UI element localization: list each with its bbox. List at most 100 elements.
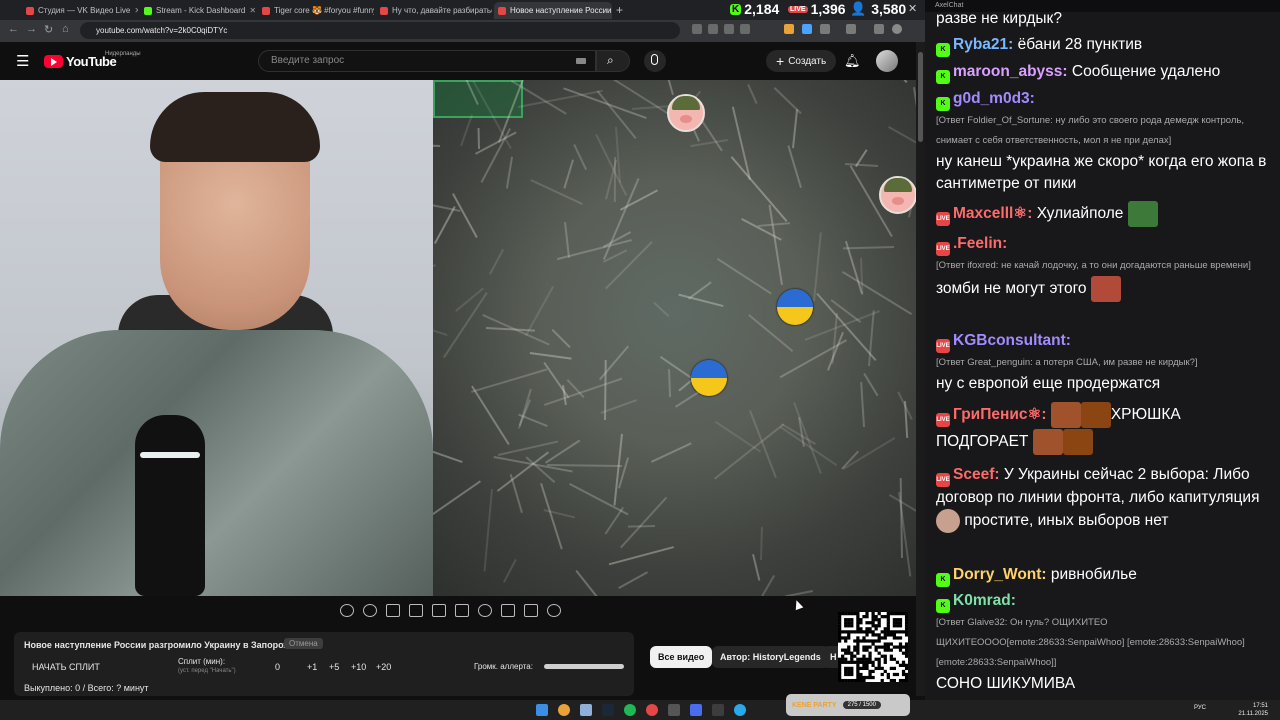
screenshot-icon[interactable] (386, 604, 400, 617)
clock[interactable]: 17:51 21.11.2025 (1238, 702, 1268, 718)
party-widget[interactable]: KENE PARTY 275 / 1500 (786, 694, 910, 716)
chrome-icon[interactable] (558, 704, 570, 716)
username[interactable]: g0d_m0d3: (953, 90, 1035, 107)
back-icon[interactable]: ← (8, 23, 19, 35)
tab-vk-studio[interactable]: Студия — VK Видео Live ✕ (22, 2, 138, 19)
increment-button[interactable]: +20 (376, 662, 391, 672)
filter-author[interactable]: Автор: HistoryLegends (712, 646, 829, 668)
extension-icon[interactable] (784, 24, 794, 34)
extension-icon[interactable] (802, 24, 812, 34)
app-icon[interactable] (646, 704, 658, 716)
tab-razbiratsya[interactable]: Ну что, давайте разбираться ✕ (376, 2, 492, 19)
twig (605, 241, 654, 290)
tab-kick-dashboard[interactable]: Stream - Kick Dashboard ✕ (140, 2, 256, 19)
username[interactable]: Maxcelll⚛: (953, 205, 1032, 222)
filter-all-videos[interactable]: Все видео (650, 646, 713, 668)
reload-icon[interactable]: ↻ (44, 23, 53, 36)
app-icon[interactable] (712, 704, 724, 716)
start-menu-icon[interactable] (536, 704, 548, 716)
keyboard-icon[interactable] (576, 58, 586, 64)
qr-module (862, 675, 866, 680)
qr-module (877, 645, 881, 649)
qr-module (874, 618, 878, 622)
qr-module (871, 612, 875, 616)
username[interactable]: Sceef: (953, 466, 1000, 483)
broadcast-icon[interactable] (363, 604, 377, 617)
create-button[interactable]: + Создать (766, 50, 837, 72)
settings-gear-icon[interactable] (547, 604, 561, 617)
face-emote-icon (936, 509, 960, 533)
forward-icon[interactable]: → (26, 23, 37, 35)
qr-module (865, 633, 869, 637)
translate-icon[interactable] (692, 24, 702, 34)
qr-module (889, 678, 893, 683)
search-button[interactable]: ⌕ (596, 50, 630, 72)
alert-volume-slider[interactable] (544, 664, 624, 669)
voice-search-button[interactable] (644, 50, 666, 72)
add-icon[interactable] (501, 604, 515, 617)
steam-icon[interactable] (602, 704, 614, 716)
speed-icon[interactable] (478, 604, 492, 617)
telegram-icon[interactable] (734, 704, 746, 716)
scrollbar-thumb[interactable] (918, 52, 923, 142)
video-player[interactable] (0, 80, 916, 596)
camera-icon[interactable] (524, 604, 538, 617)
window-close-icon[interactable]: ✕ (908, 2, 917, 15)
party-label: KENE PARTY (792, 701, 837, 709)
close-icon[interactable]: ✕ (245, 6, 256, 15)
qr-module (847, 666, 851, 671)
qr-module (844, 669, 848, 674)
extensions-puzzle-icon[interactable] (820, 24, 830, 34)
notifications-bell-icon[interactable]: 🔔︎ (844, 53, 861, 69)
username[interactable]: Ryba21: (953, 36, 1013, 53)
close-icon[interactable]: ✕ (130, 6, 138, 15)
username[interactable]: maroon_abyss: (953, 63, 1068, 80)
split-value[interactable]: 0 (275, 662, 280, 672)
spotify-icon[interactable] (624, 704, 636, 716)
language-indicator[interactable]: РУС (1194, 705, 1206, 711)
download-icon[interactable] (846, 24, 856, 34)
bookmark-star-icon[interactable] (740, 24, 750, 34)
profile-avatar[interactable] (892, 24, 902, 34)
subtitles-icon[interactable] (455, 604, 469, 617)
reply-quote: [Ответ Foldier_Of_Sortune: ну либо это с… (936, 115, 1244, 146)
app-icon[interactable] (580, 704, 592, 716)
username[interactable]: KGBconsultant: (953, 332, 1071, 349)
increment-button[interactable]: +1 (307, 662, 317, 672)
tab-tiger[interactable]: Tiger core 🐯 #foryou #funny # ✕ (258, 2, 374, 19)
face-emote-icon (1062, 428, 1093, 455)
zoom-icon[interactable] (708, 24, 718, 34)
url-field[interactable]: youtube.com/watch?v=2k0C0qiDTYc (80, 22, 680, 39)
username[interactable]: K0mrad: (953, 592, 1016, 609)
username[interactable]: ГриПенис⚛: (953, 406, 1047, 423)
loop-icon[interactable] (340, 604, 354, 617)
qr-module (886, 642, 890, 646)
tab-active-video[interactable]: Новое наступление России ра ✕ (494, 2, 612, 19)
sidebar-icon[interactable] (874, 24, 884, 34)
qr-module (898, 621, 903, 625)
search-input[interactable]: Введите запрос (258, 50, 596, 72)
picture-in-picture-icon[interactable] (432, 604, 446, 617)
home-icon[interactable]: ⌂ (62, 23, 69, 35)
vk-live-badge-icon: LIVE (936, 212, 950, 227)
increment-button[interactable]: +10 (351, 662, 366, 672)
kick-counter: K 2,184 (730, 0, 779, 18)
twig (632, 104, 672, 110)
start-split-button[interactable]: НАЧАТЬ СПЛИТ (32, 662, 100, 672)
qr-module (895, 624, 900, 628)
app-icon[interactable] (668, 704, 680, 716)
increment-button[interactable]: +5 (329, 662, 339, 672)
menu-icon[interactable]: ☰ (16, 52, 29, 70)
clip-icon[interactable] (409, 604, 423, 617)
twig (785, 589, 814, 596)
cancel-tag[interactable]: Отмена (284, 638, 323, 649)
page-scrollbar[interactable] (916, 42, 925, 696)
new-tab-button[interactable]: + (616, 3, 623, 17)
share-icon[interactable] (724, 24, 734, 34)
username[interactable]: Dorry_Wont: (953, 566, 1047, 583)
app-icon[interactable] (690, 704, 702, 716)
username[interactable]: .Feelin: (953, 235, 1007, 252)
qr-module (892, 636, 897, 640)
account-avatar[interactable] (876, 50, 898, 72)
qr-module (883, 645, 887, 649)
